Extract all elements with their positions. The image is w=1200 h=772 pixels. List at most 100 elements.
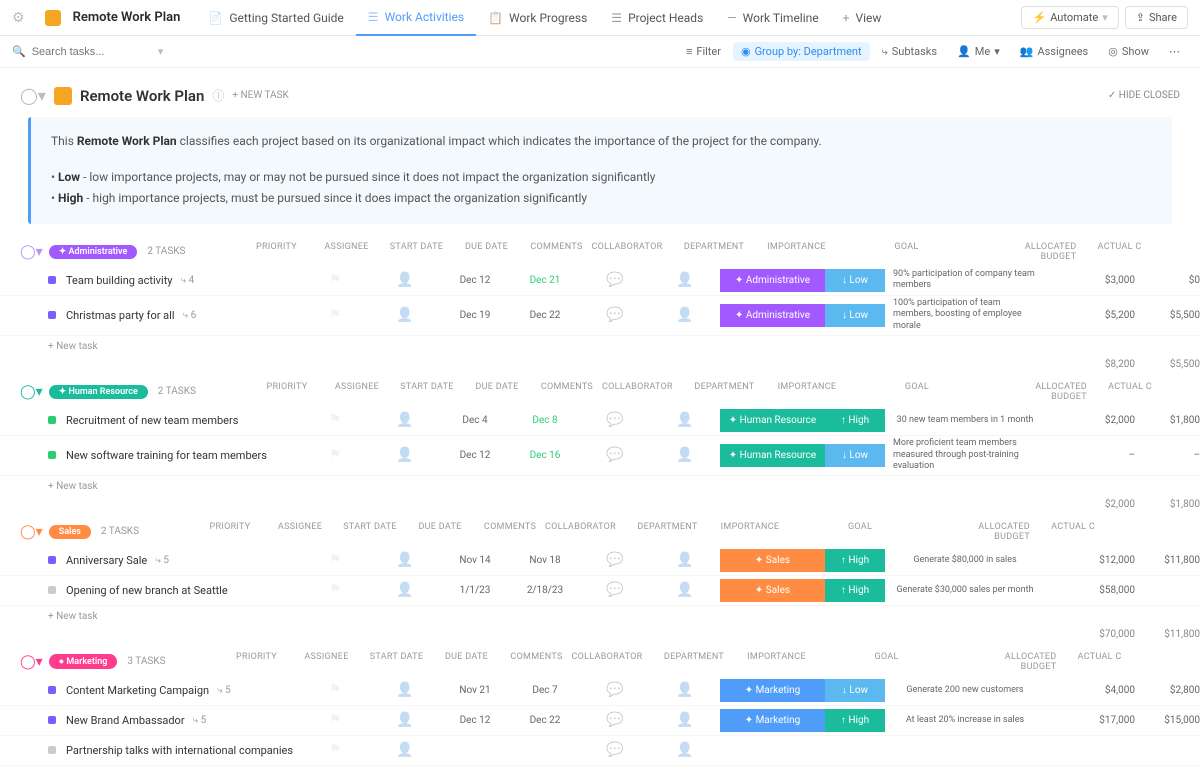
col-budget[interactable]: ALLOCATED BUDGET (997, 382, 1087, 402)
task-name[interactable]: Team building activity (66, 274, 173, 287)
col-priority[interactable]: PRIORITY (241, 242, 311, 262)
comments-cell[interactable]: 💬 (580, 712, 650, 728)
startdate-cell[interactable]: Dec 12 (440, 715, 510, 726)
hide-closed-toggle[interactable]: ✓ HIDE CLOSED (1108, 90, 1180, 101)
startdate-cell[interactable]: Nov 14 (440, 555, 510, 566)
actual-cell[interactable]: $5,500 (1135, 310, 1200, 321)
task-name[interactable]: New software training for team members (66, 449, 267, 462)
budget-cell[interactable]: $3,000 (1045, 275, 1135, 286)
col-goal[interactable]: GOAL (807, 652, 967, 672)
importance-cell[interactable]: ↓ Low (825, 269, 885, 292)
dept-chip[interactable]: ✦ Human Resource (720, 409, 825, 432)
department-cell[interactable]: ✦ Marketing (720, 679, 825, 702)
tab-view[interactable]: +View (831, 0, 894, 36)
startdate-cell[interactable]: Dec 12 (440, 275, 510, 286)
comments-cell[interactable]: 💬 (580, 582, 650, 598)
show-button[interactable]: ◎Show (1100, 42, 1157, 61)
col-assignee[interactable]: ASSIGNEE (292, 652, 362, 672)
comments-cell[interactable]: 💬 (580, 682, 650, 698)
col-importance[interactable]: IMPORTANCE (747, 652, 807, 672)
task-name[interactable]: New Brand Ambassador (66, 714, 185, 727)
duedate-cell[interactable]: Dec 8 (510, 415, 580, 426)
duedate-cell[interactable]: Dec 16 (510, 450, 580, 461)
duedate-cell[interactable]: Dec 22 (510, 715, 580, 726)
comments-cell[interactable]: 💬 (580, 742, 650, 758)
duedate-cell[interactable]: 2/18/23 (510, 585, 580, 596)
importance-cell[interactable]: ↓ Low (825, 304, 885, 327)
comments-cell[interactable]: 💬 (580, 307, 650, 323)
col-importance[interactable]: IMPORTANCE (720, 522, 780, 542)
importance-cell[interactable]: ↑ High (825, 709, 885, 732)
task-row[interactable]: Opening of new branch at Seattle ⚑ 👤 1/1… (0, 576, 1200, 606)
settings-icon[interactable]: ⚙ (12, 10, 25, 26)
subtasks-button[interactable]: ⤷Subtasks (874, 42, 945, 62)
col-collaborator[interactable]: COLLABORATOR (572, 652, 642, 672)
status-square-icon[interactable] (48, 686, 56, 694)
comments-cell[interactable]: 💬 (580, 272, 650, 288)
goal-cell[interactable]: More proficient team members measured th… (885, 438, 1045, 473)
dept-chip[interactable]: ✦ Administrative (720, 304, 825, 327)
assignees-button[interactable]: 👥Assignees (1012, 42, 1097, 61)
col-actual[interactable]: ACTUAL C (1087, 382, 1152, 402)
dept-chip[interactable]: ✦ Marketing (720, 679, 825, 702)
assignee-cell[interactable]: 👤 (370, 582, 440, 598)
col-priority[interactable]: PRIORITY (222, 652, 292, 672)
col-comments[interactable]: COMMENTS (521, 242, 591, 262)
assignee-cell[interactable]: 👤 (370, 552, 440, 568)
duedate-cell[interactable]: Dec 21 (510, 275, 580, 286)
col-actual[interactable]: ACTUAL C (1057, 652, 1122, 672)
status-square-icon[interactable] (48, 451, 56, 459)
tab-work-timeline[interactable]: —Work Timeline (715, 0, 830, 36)
budget-cell[interactable]: – (1045, 450, 1135, 461)
importance-cell[interactable]: ↑ High (825, 409, 885, 432)
status-square-icon[interactable] (48, 746, 56, 754)
status-square-icon[interactable] (48, 276, 56, 284)
col-assignee[interactable]: ASSIGNEE (311, 242, 381, 262)
chevron-down-icon[interactable]: ▾ (158, 45, 164, 58)
col-importance[interactable]: IMPORTANCE (777, 382, 837, 402)
startdate-cell[interactable]: Dec 12 (440, 450, 510, 461)
department-cell[interactable]: ✦ Administrative (720, 304, 825, 327)
col-startdate[interactable]: START DATE (392, 382, 462, 402)
subtask-count[interactable]: ⤷ 5 (217, 685, 231, 696)
goal-cell[interactable]: Generate $80,000 in sales (885, 555, 1045, 567)
priority-cell[interactable]: ⚑ (300, 307, 370, 323)
dept-chip[interactable]: ✦ Sales (720, 579, 825, 602)
task-row[interactable]: New software training for team members ⚑… (0, 436, 1200, 476)
group-pill[interactable]: ✦ Administrative (49, 245, 138, 259)
assignee-cell[interactable]: 👤 (370, 307, 440, 323)
goal-cell[interactable]: Generate $30,000 sales per month (885, 585, 1045, 597)
group-toggle[interactable]: ◯▾ (20, 524, 43, 540)
col-goal[interactable]: GOAL (826, 242, 986, 262)
budget-cell[interactable]: $17,000 (1045, 715, 1135, 726)
filter-button[interactable]: ≡Filter (678, 42, 729, 61)
col-duedate[interactable]: DUE DATE (451, 242, 521, 262)
importance-chip[interactable]: ↑ High (825, 579, 885, 602)
importance-chip[interactable]: ↑ High (825, 709, 885, 732)
task-name[interactable]: Anniversary Sale (66, 554, 147, 567)
importance-chip[interactable]: ↑ High (825, 409, 885, 432)
search-input[interactable] (32, 46, 152, 58)
new-task-row[interactable]: + New task (0, 336, 1200, 357)
startdate-cell[interactable]: Dec 19 (440, 310, 510, 321)
new-task-row[interactable]: + New task (0, 476, 1200, 497)
tab-project-heads[interactable]: ☰Project Heads (599, 0, 715, 36)
task-row[interactable]: Christmas party for all ⤷ 6 ⚑ 👤 Dec 19 D… (0, 296, 1200, 336)
task-name[interactable]: Christmas party for all (66, 309, 175, 322)
priority-cell[interactable]: ⚑ (300, 682, 370, 698)
startdate-cell[interactable]: 1/1/23 (440, 585, 510, 596)
priority-cell[interactable]: ⚑ (300, 712, 370, 728)
assignee-cell[interactable]: 👤 (370, 682, 440, 698)
me-button[interactable]: 👤Me ▾ (949, 42, 1008, 61)
col-importance[interactable]: IMPORTANCE (766, 242, 826, 262)
groupby-button[interactable]: ◉Group by: Department (733, 42, 870, 61)
status-square-icon[interactable] (48, 716, 56, 724)
col-priority[interactable]: PRIORITY (252, 382, 322, 402)
group-pill[interactable]: ● Marketing (49, 654, 118, 669)
col-comments[interactable]: COMMENTS (475, 522, 545, 542)
dept-chip[interactable]: ✦ Marketing (720, 709, 825, 732)
duedate-cell[interactable]: Nov 18 (510, 555, 580, 566)
importance-chip[interactable]: ↓ Low (825, 304, 885, 327)
group-pill[interactable]: Sales (49, 525, 91, 539)
dept-chip[interactable]: ✦ Sales (720, 549, 825, 572)
